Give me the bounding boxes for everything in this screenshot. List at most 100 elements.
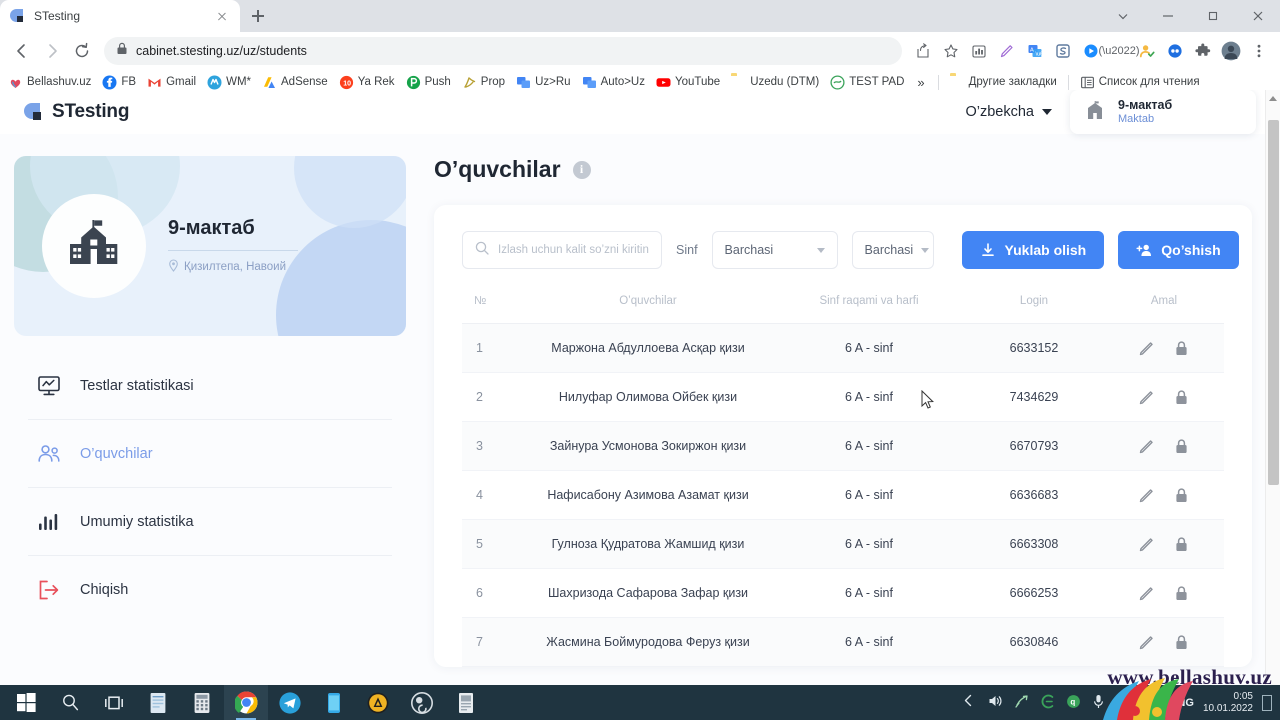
minimize-to-tray-button[interactable] [1100,0,1145,32]
cell-student-name: Маржона Абдуллоева Асқар қизи [551,341,745,355]
document-icon[interactable] [444,685,488,720]
lock-icon[interactable] [1173,438,1190,455]
info-icon[interactable]: i [572,160,591,179]
analytics-icon[interactable] [966,38,992,64]
class-letter-select[interactable]: Barchasi [851,231,934,269]
maximize-button[interactable] [1190,0,1235,32]
bookmark-youtube[interactable]: YouTube [656,75,720,90]
edit-pencil-icon[interactable] [1138,634,1155,651]
bookmark-auto-uz[interactable]: Auto>Uz [582,75,645,90]
language-selector[interactable]: O’zbekcha [965,104,1052,120]
bookmark-gmail[interactable]: Gmail [147,75,196,90]
s-app-icon[interactable] [1050,38,1076,64]
table-row[interactable]: 6 Шахризода Сафарова Зафар қизи 6 A - si… [462,569,1224,618]
bookmark-uz-ru[interactable]: Uz>Ru [516,75,571,90]
search-input[interactable] [498,244,649,256]
add-button-label: Qo’shish [1161,242,1221,258]
pen-icon[interactable] [994,38,1020,64]
edit-pencil-icon[interactable] [1138,438,1155,455]
chat-bubbles-icon[interactable] [1162,38,1188,64]
site-logo[interactable]: STesting [24,101,129,123]
edit-pencil-icon[interactable] [1138,536,1155,553]
address-bar[interactable]: cabinet.stesting.uz/uz/students [104,37,902,65]
edit-pencil-icon[interactable] [1138,340,1155,357]
equalizer-icon[interactable]: (\u2022) [1099,38,1140,64]
download-button[interactable]: Yuklab olish [961,231,1105,269]
table-row[interactable]: 3 Зайнура Усмонова Зокиржон қизи 6 A - s… [462,421,1224,471]
bookmark-testpad[interactable]: TEST PAD [830,75,904,90]
sidebar-item-oquvchilar[interactable]: O’quvchilar [28,420,392,488]
lock-icon[interactable] [1173,389,1190,406]
cell-student-name: Шахризода Сафарова Зафар қизи [547,586,749,600]
bookmark-push[interactable]: Push [406,75,451,90]
bookmark-wm[interactable]: WM* [207,75,251,90]
network-share-icon[interactable] [1014,694,1031,711]
new-tab-button[interactable] [244,2,272,30]
add-student-button[interactable]: Qo’shish [1118,231,1239,269]
bookmark-star-icon[interactable] [938,38,964,64]
reload-arrow-icon[interactable] [68,37,96,65]
sidebar-item-testlar-statistikasi[interactable]: Testlar statistikasi [28,352,392,420]
chrome-icon[interactable] [224,685,268,720]
notepad-icon[interactable] [136,685,180,720]
reading-list-button[interactable]: Список для чтения [1080,75,1200,90]
profile-check-icon[interactable] [1134,38,1160,64]
cell-login: 6663308 [1009,537,1059,551]
phone-link-icon[interactable] [312,685,356,720]
bookmark-bellashuv[interactable]: Bellashuv.uz [8,75,91,90]
bookmark-prop[interactable]: Prop [462,75,505,90]
scrollbar-thumb[interactable] [1268,120,1279,485]
eset-icon[interactable] [1040,694,1057,711]
share-icon[interactable] [910,38,936,64]
lock-icon[interactable] [1173,487,1190,504]
translate-icon[interactable]: A\u6587 [1022,38,1048,64]
scroll-up-arrow-icon[interactable] [1269,96,1277,101]
lock-icon[interactable] [1173,340,1190,357]
telegram-icon[interactable] [268,685,312,720]
lock-icon[interactable] [1173,536,1190,553]
class-number-select[interactable]: Barchasi [711,231,838,269]
back-arrow-icon[interactable] [8,37,36,65]
show-desktop-button[interactable] [1262,694,1272,711]
table-row[interactable]: 4 Нафисабону Азимова Азамат қизи 6 A - s… [462,471,1224,520]
user-account-card[interactable]: 9-мактаб Maktab [1070,90,1256,134]
qbittorrent-icon[interactable]: q [1066,694,1083,711]
edit-pencil-icon[interactable] [1138,487,1155,504]
sidebar-item-umumiy-statistika[interactable]: Umumiy statistika [28,488,392,556]
bookmark-fb[interactable]: FB [102,75,136,90]
forward-arrow-icon[interactable] [38,37,66,65]
search-box[interactable] [462,231,662,269]
obs-icon[interactable] [400,685,444,720]
lock-icon[interactable] [1173,585,1190,602]
close-tab-icon[interactable] [214,8,230,24]
volume-icon[interactable] [988,694,1005,711]
windows-start-icon[interactable] [4,685,48,720]
page-scrollbar[interactable] [1265,90,1280,685]
lock-icon[interactable] [1173,634,1190,651]
bookmark-adsense[interactable]: AdSense [262,75,328,90]
show-hidden-icon[interactable] [962,694,979,711]
edit-pencil-icon[interactable] [1138,585,1155,602]
close-window-button[interactable] [1235,0,1280,32]
task-view-icon[interactable] [92,685,136,720]
sidebar-item-chiqish[interactable]: Chiqish [28,556,392,624]
extensions-puzzle-icon[interactable] [1190,38,1216,64]
table-row[interactable]: 7 Жасмина Боймуродова Феруз қизи 6 A - s… [462,617,1224,667]
browser-tab[interactable]: STesting [0,0,240,32]
bookmark-uzedu[interactable]: Uzedu (DTM) [731,75,819,90]
autodesk-icon[interactable] [356,685,400,720]
prop-icon [462,75,477,90]
user-card-role: Maktab [1118,112,1155,125]
bookmarks-overflow-button[interactable]: » [915,75,926,90]
calculator-icon[interactable] [180,685,224,720]
table-row[interactable]: 5 Гулноза Қудратова Жамшид қизи 6 A - si… [462,519,1224,569]
taskbar-search-icon[interactable] [48,685,92,720]
minimize-button[interactable] [1145,0,1190,32]
chrome-menu-icon[interactable] [1246,38,1272,64]
edit-pencil-icon[interactable] [1138,389,1155,406]
avatar-icon[interactable] [1218,38,1244,64]
other-bookmarks-folder[interactable]: Другие закладки [950,75,1057,90]
table-row[interactable]: 2 Нилуфар Олимова Ойбек қизи 6 A - sinf … [462,373,1224,422]
bookmark-ya-rek[interactable]: 10 Ya Rek [339,75,395,90]
table-row[interactable]: 1 Маржона Абдуллоева Асқар қизи 6 A - si… [462,323,1224,373]
